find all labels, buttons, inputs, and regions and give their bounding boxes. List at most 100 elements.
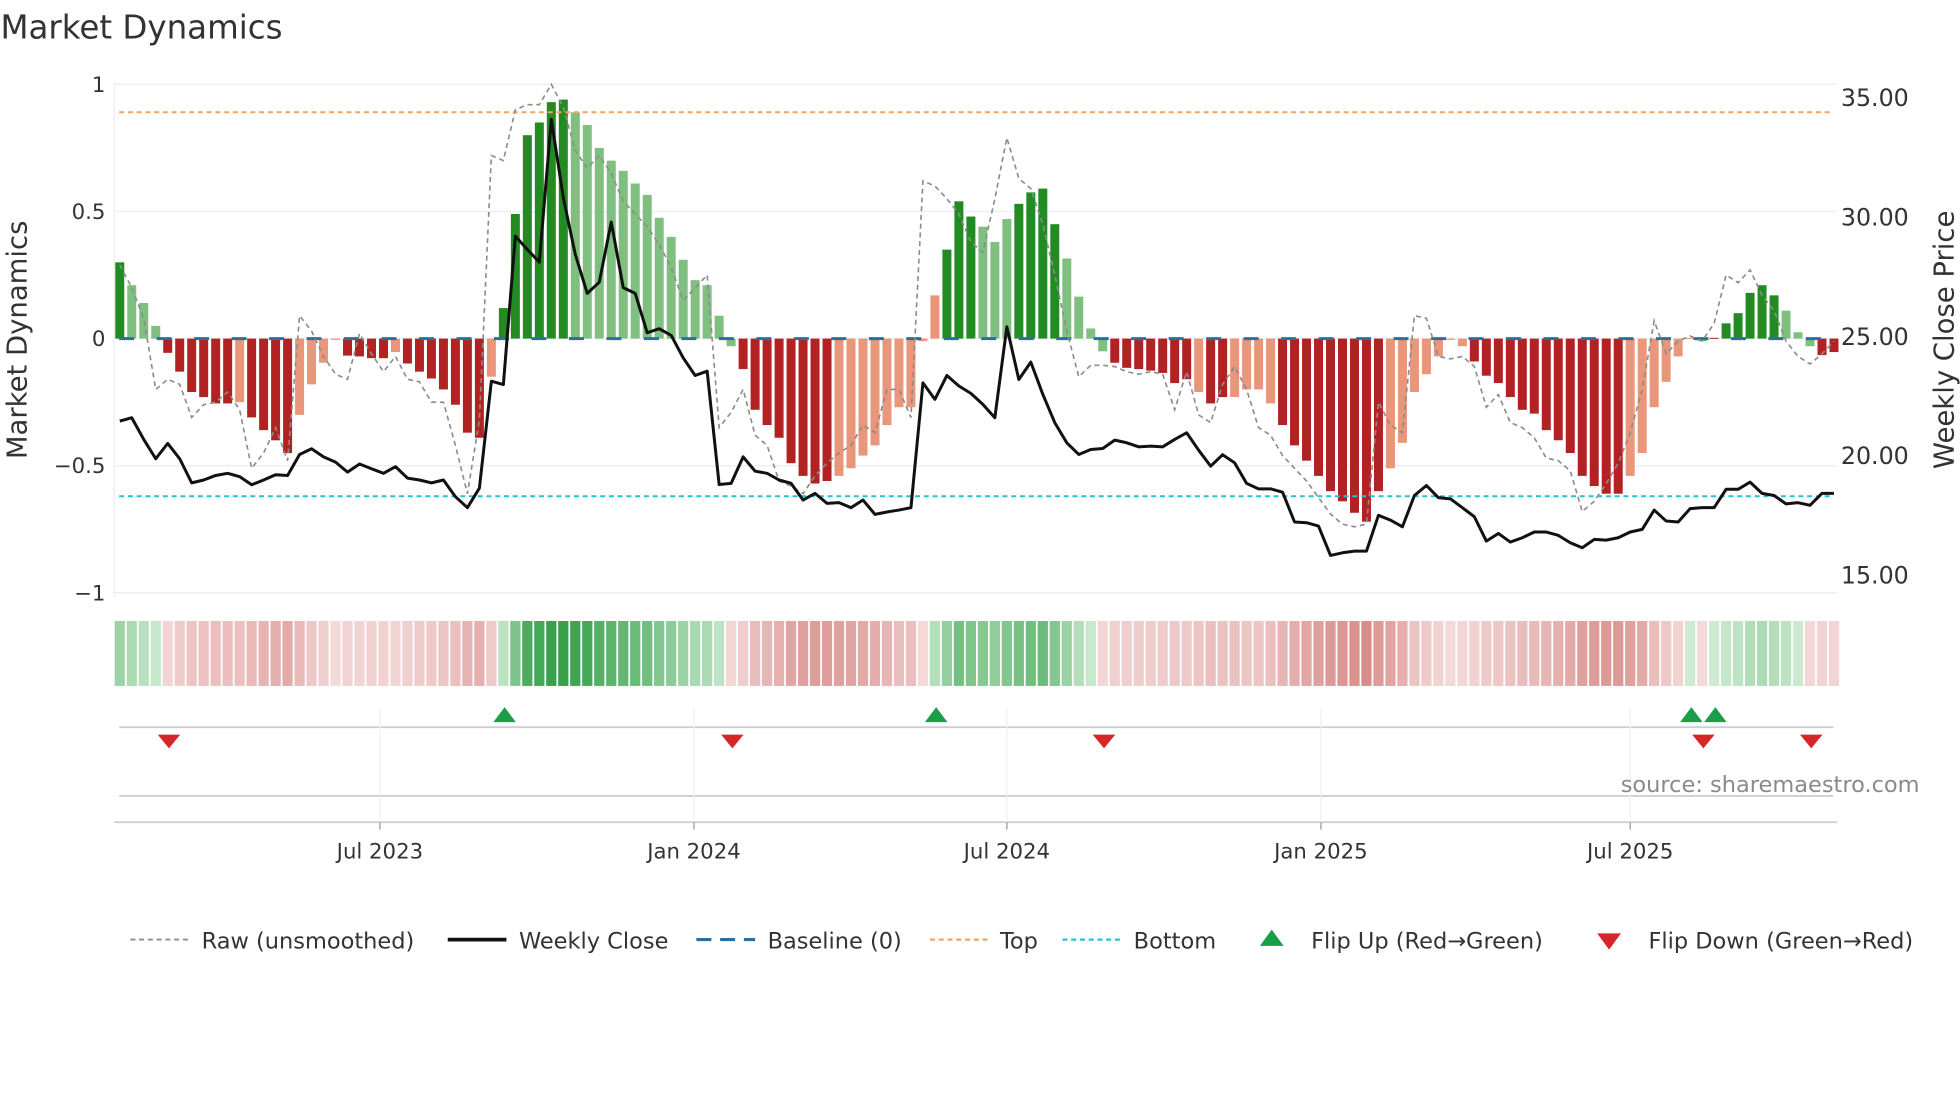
bar [1038,188,1048,339]
bar [762,338,772,426]
bar [1373,338,1383,492]
market-dynamics-chart: Market Dynamics Market Dynamics Weekly C… [0,9,1960,955]
strip-cell [977,620,988,686]
x-axis: Jul 2023 Jan 2024 Jul 2024 Jan 2025 Jul 2025 [114,708,1838,864]
strip-cell [1229,620,1240,686]
flip-down-marker [1092,734,1116,749]
bar [307,338,317,385]
flip-down-icon [1597,933,1621,950]
strip-cell [833,620,845,686]
legend: Raw (unsmoothed) Weekly Close Baseline (… [130,928,1913,954]
bar [438,338,448,390]
bar [1529,338,1539,414]
bar [1649,338,1659,408]
strip-cell [1637,620,1648,686]
bar [570,112,580,339]
strip-cell [342,620,353,686]
strip-cell [1337,620,1348,686]
strip-cell [570,620,581,686]
strip-cell [1145,620,1156,686]
bar [378,338,388,359]
strip-cell [1768,620,1780,686]
strip-cell [1685,620,1696,686]
strip-cell [294,620,305,686]
strip-cell [522,620,533,686]
bar [1385,338,1395,469]
right-tick-label: 30.00 [1841,204,1909,232]
right-tick-label: 25.00 [1841,323,1909,351]
strip-cell [1481,620,1492,686]
bar [798,338,808,476]
bar [1278,338,1288,426]
bar [1134,338,1144,370]
bar [1505,338,1515,398]
strip-cell [114,620,125,686]
left-tick-label: 0 [92,327,106,352]
x-tick-label: Jan 2025 [1272,839,1368,864]
strip-cell [1097,620,1108,686]
strip-cell [486,620,497,686]
bar [331,338,341,340]
strip-cell [749,620,761,686]
strip-cell [1756,620,1768,686]
bar [343,338,353,356]
bar [894,338,904,408]
flip-markers [119,707,1834,797]
strip-cell [558,620,569,686]
bar [750,338,760,410]
bar [1565,338,1575,454]
strip-cell [390,620,401,686]
bar [690,280,700,339]
left-tick-label: 0.5 [72,200,106,225]
flip-down-marker [1692,734,1715,749]
strip-cell [282,620,293,686]
legend-raw: Raw (unsmoothed) [202,928,415,954]
bar [714,315,724,339]
bar [582,125,592,339]
strip-cell [1732,620,1744,686]
strip-cell [737,620,749,686]
strip-cell [702,620,713,686]
strip-cell [1301,620,1312,686]
strip-cell [138,620,149,686]
strip-cell [1601,620,1612,686]
strip-cell [1816,620,1828,686]
strip-cell [1529,620,1540,686]
strip-cell [1313,620,1324,686]
bar [774,338,784,438]
flip-down-marker [1800,734,1823,749]
strip-cell [773,620,785,686]
strip-cell [594,620,605,686]
left-tick-label: 1 [92,73,106,98]
bar [1266,338,1276,404]
bar [1062,258,1072,339]
strip-cell [1253,620,1264,686]
bar [522,135,532,339]
strip-cell [714,620,725,686]
strip-cell [174,620,185,686]
legend-baseline: Baseline (0) [768,928,902,954]
bar [414,338,424,372]
x-tick-label: Jul 2025 [1585,839,1673,864]
strip-cell [1013,620,1024,686]
bar [1170,338,1180,384]
strip-cell [678,620,689,686]
strip-cell [330,620,341,686]
bar [1709,337,1719,339]
bar [1481,338,1491,376]
strip-cell [905,620,917,686]
bars-layer [115,99,1839,522]
bar [1086,328,1096,339]
strip-cell [893,620,905,686]
bar [1781,310,1791,339]
strip-cell [785,620,797,686]
bar [858,338,868,456]
left-axis-label: Market Dynamics [2,221,34,460]
bar [1050,224,1060,339]
strip-cell [965,620,976,686]
strip-cell [1697,620,1708,686]
bar [1349,338,1359,513]
strip-cell [510,620,521,686]
bar [1469,338,1479,362]
bar [786,338,796,464]
